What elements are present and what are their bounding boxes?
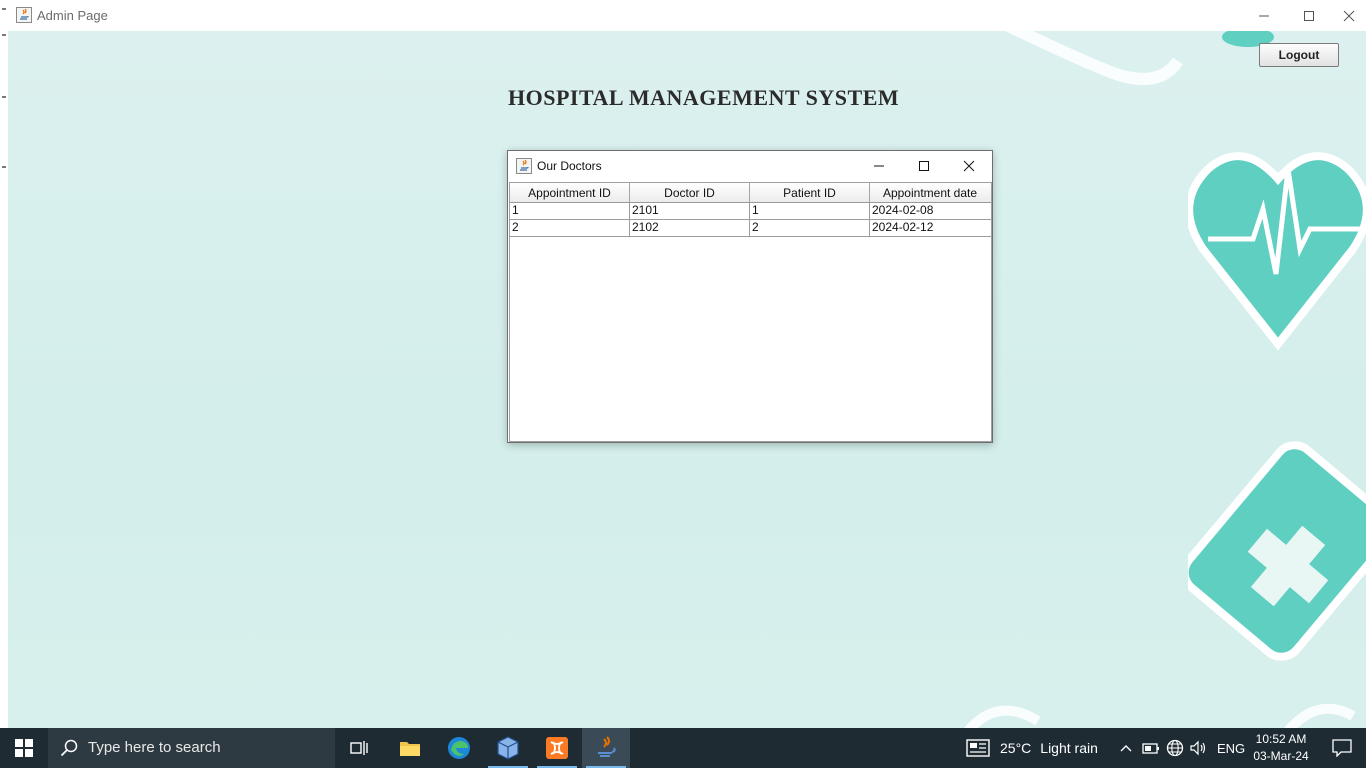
column-header-doctor-id[interactable]: Doctor ID [630,183,750,202]
notifications-button[interactable] [1318,728,1366,768]
minimize-icon [1259,15,1269,16]
search-icon [60,739,78,757]
stethoscope-decoration [1005,31,1183,85]
dialog-titlebar[interactable]: Our Doctors [508,151,992,181]
start-button[interactable] [0,728,48,768]
logout-button[interactable]: Logout [1259,43,1339,67]
clock-time: 10:52 AM [1255,732,1307,746]
table-cell[interactable]: 1 [750,203,870,219]
heart-decoration [1188,152,1366,351]
virtualbox-button[interactable] [484,728,532,768]
show-hidden-icons-button[interactable] [1118,728,1134,768]
language-indicator[interactable]: ENG [1217,728,1245,768]
task-view-icon [350,741,368,755]
battery-button[interactable] [1142,728,1160,768]
table-row[interactable]: 2 2102 2 2024-02-12 [510,220,991,237]
column-header-appointment-date[interactable]: Appointment date [870,183,990,202]
file-explorer-button[interactable] [386,728,434,768]
speaker-icon [1190,740,1206,756]
table-cell[interactable]: 2024-02-08 [870,203,990,219]
weather-widget[interactable]: 25°C Light rain [966,728,1098,768]
notification-icon [1332,739,1352,757]
edge-browser-button[interactable] [435,728,483,768]
table-cell[interactable]: 2 [510,220,630,236]
column-header-patient-id[interactable]: Patient ID [750,183,870,202]
minimize-icon [873,165,884,167]
app-title: HOSPITAL MANAGEMENT SYSTEM [508,85,900,110]
bandage-decoration [1188,441,1366,661]
table-cell[interactable]: 1 [510,203,630,219]
weather-temperature: 25°C [1000,740,1032,756]
edge-mark [2,96,6,98]
maximize-button[interactable] [1286,0,1332,31]
xampp-icon [546,737,568,759]
volume-button[interactable] [1190,728,1208,768]
maximize-icon [918,161,929,171]
dialog-close-button[interactable] [946,151,991,181]
java-icon [598,736,616,757]
edge-mark [2,8,6,10]
battery-icon [1142,743,1159,754]
clock-date: 03-Mar-24 [1253,749,1309,763]
close-icon [1343,10,1354,21]
column-header-appointment-id[interactable]: Appointment ID [510,183,630,202]
close-icon [963,160,974,172]
folder-icon [400,742,420,756]
close-button[interactable] [1331,0,1366,31]
edge-mark [2,34,6,36]
news-weather-icon [966,739,990,757]
table-cell[interactable]: 2102 [630,220,750,236]
xampp-button[interactable] [533,728,581,768]
globe-icon [1166,739,1184,757]
java-icon [16,7,32,23]
dialog-minimize-button[interactable] [856,151,901,181]
table-row[interactable]: 1 2101 1 2024-02-08 [510,203,991,220]
search-placeholder: Type here to search [88,739,221,756]
table-cell[interactable]: 2024-02-12 [870,220,990,236]
network-button[interactable] [1166,728,1184,768]
dialog-maximize-button[interactable] [901,151,946,181]
taskbar: Type here to search 25°C Light rain ENG … [0,728,1366,768]
appointments-table: Appointment ID Doctor ID Patient ID Appo… [509,182,992,442]
dialog-title: Our Doctors [537,159,602,173]
window-title: Admin Page [37,8,108,23]
maximize-icon [1304,10,1314,21]
our-doctors-dialog: Our Doctors Appointment ID Doctor ID Pat… [507,150,993,443]
task-view-button[interactable] [336,728,384,768]
minimize-button[interactable] [1241,0,1287,31]
edge-mark [2,166,6,168]
table-cell[interactable]: 2101 [630,203,750,219]
java-app-button[interactable] [582,728,630,768]
taskbar-search-box[interactable]: Type here to search [48,728,335,768]
chevron-up-icon [1120,745,1132,752]
taskbar-clock[interactable]: 10:52 AM 03-Mar-24 [1248,731,1314,765]
cube-icon [497,736,519,760]
table-cell[interactable]: 2 [750,220,870,236]
weather-description: Light rain [1040,740,1098,756]
windows-logo-icon [15,739,33,757]
edge-browser-icon [448,737,470,759]
table-header: Appointment ID Doctor ID Patient ID Appo… [510,183,991,203]
stethoscope-bottom-decoration [964,703,1356,728]
java-icon [516,158,532,174]
window-titlebar[interactable]: Admin Page [8,0,1366,32]
